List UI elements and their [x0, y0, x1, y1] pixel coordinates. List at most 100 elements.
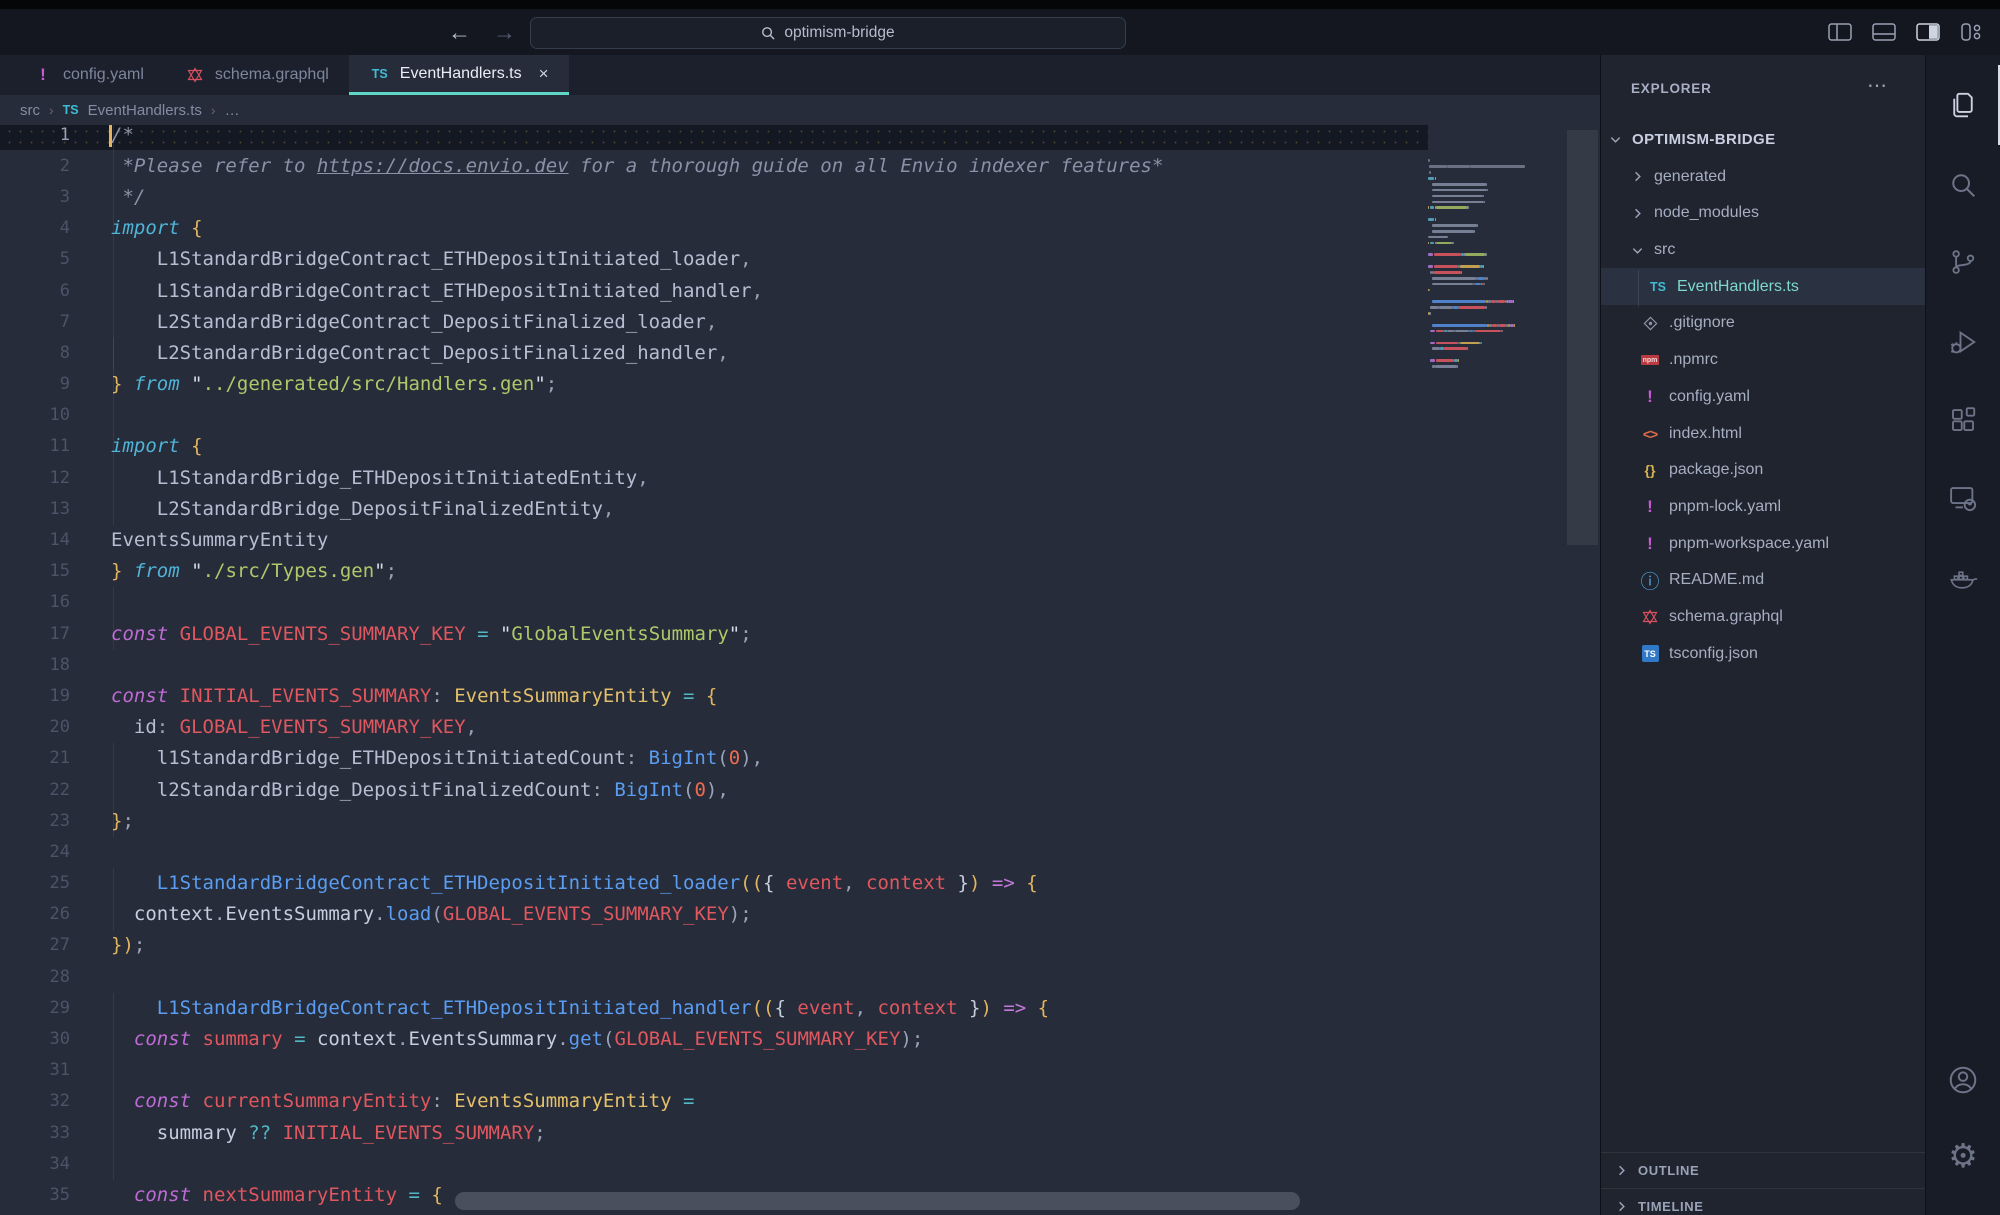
line-number[interactable]: 3	[0, 187, 70, 207]
tree-item-readme-md[interactable]: ⓘREADME.md	[1601, 562, 1964, 599]
line-number[interactable]: 31	[0, 1060, 70, 1080]
breadcrumb-item[interactable]: …	[225, 102, 240, 119]
tree-item-src[interactable]: src	[1601, 232, 1956, 269]
tree-item-index-html[interactable]: <>index.html	[1601, 415, 1964, 452]
code-line[interactable]: 29 L1StandardBridgeContract_ETHDepositIn…	[0, 992, 1600, 1023]
line-number[interactable]: 19	[0, 686, 70, 706]
line-number[interactable]: 22	[0, 780, 70, 800]
line-number[interactable]: 20	[0, 717, 70, 737]
line-number[interactable]: 28	[0, 967, 70, 987]
files-button[interactable]	[1946, 88, 1980, 122]
minimap[interactable]	[1428, 158, 1566, 370]
forward-button[interactable]: →	[493, 21, 516, 44]
debug-button[interactable]	[1946, 325, 1980, 359]
code-line[interactable]: 36 ...currentSummaryEntity,	[0, 1211, 1600, 1215]
code-line[interactable]: 24	[0, 836, 1600, 867]
line-number[interactable]: 6	[0, 281, 70, 301]
code-line[interactable]: 13 L2StandardBridge_DepositFinalizedEnti…	[0, 493, 1600, 524]
line-number[interactable]: 33	[0, 1123, 70, 1143]
code-line[interactable]: 9} from "../generated/src/Handlers.gen";	[0, 369, 1600, 400]
line-number[interactable]: 12	[0, 468, 70, 488]
line-number[interactable]: 15	[0, 561, 70, 581]
line-number[interactable]: 7	[0, 312, 70, 332]
code-line[interactable]: 3 */	[0, 181, 1600, 212]
section-outline[interactable]: OUTLINE	[1601, 1152, 1926, 1188]
code-line[interactable]: 4import {	[0, 213, 1600, 244]
code-line[interactable]: 8 L2StandardBridgeContract_DepositFinali…	[0, 337, 1600, 368]
line-number[interactable]: 24	[0, 842, 70, 862]
tree-item-generated[interactable]: generated	[1601, 158, 1956, 195]
line-number[interactable]: 4	[0, 218, 70, 238]
code-line[interactable]: 7 L2StandardBridgeContract_DepositFinali…	[0, 306, 1600, 337]
tab-eventhandlers-ts[interactable]: TSEventHandlers.ts×	[349, 55, 569, 95]
code-line[interactable]: 22 l2StandardBridge_DepositFinalizedCoun…	[0, 774, 1600, 805]
editor-scrollbar-thumb[interactable]	[1567, 130, 1598, 545]
layout-sidebar-left-button[interactable]	[1826, 21, 1854, 43]
code-line[interactable]: 6 L1StandardBridgeContract_ETHDepositIni…	[0, 275, 1600, 306]
extensions-button[interactable]	[1946, 403, 1980, 437]
tree-item-node-modules[interactable]: node_modules	[1601, 195, 1956, 232]
line-number[interactable]: 13	[0, 499, 70, 519]
code-line[interactable]: 15} from "./src/Types.gen";	[0, 556, 1600, 587]
account-button[interactable]	[1946, 1063, 1980, 1097]
code-line[interactable]: 10	[0, 400, 1600, 431]
tree-item-package-json[interactable]: {}package.json	[1601, 452, 1964, 489]
breadcrumb-item[interactable]: EventHandlers.ts	[88, 102, 202, 119]
tab-schema-graphql[interactable]: schema.graphql	[164, 55, 349, 95]
breadcrumb-item[interactable]: src	[20, 102, 40, 119]
tree-item-eventhandlers-ts[interactable]: TSEventHandlers.ts	[1601, 268, 1972, 305]
code-line[interactable]: 27});	[0, 930, 1600, 961]
docker-button[interactable]	[1946, 561, 1980, 595]
line-number[interactable]: 17	[0, 624, 70, 644]
line-number[interactable]: 25	[0, 873, 70, 893]
code-line[interactable]: 32 const currentSummaryEntity: EventsSum…	[0, 1086, 1600, 1117]
line-number[interactable]: 23	[0, 811, 70, 831]
search-button[interactable]	[1946, 168, 1980, 202]
code-line[interactable]: 1/*	[0, 125, 1428, 150]
line-number[interactable]: 21	[0, 748, 70, 768]
code-line[interactable]: 28	[0, 961, 1600, 992]
layout-customize-button[interactable]	[1958, 21, 1986, 43]
line-number[interactable]: 10	[0, 405, 70, 425]
code-line[interactable]: 20 id: GLOBAL_EVENTS_SUMMARY_KEY,	[0, 712, 1600, 743]
remote-button[interactable]	[1946, 481, 1980, 515]
line-number[interactable]: 27	[0, 935, 70, 955]
editor[interactable]: 1/*2 *Please refer to https://docs.envio…	[0, 125, 1600, 1215]
tree-item-tsconfig-json[interactable]: TStsconfig.json	[1601, 635, 1964, 672]
code-line[interactable]: 31	[0, 1055, 1600, 1086]
tree-item-optimism-bridge[interactable]: OPTIMISM-BRIDGE	[1601, 122, 1934, 159]
line-number[interactable]: 18	[0, 655, 70, 675]
tree-item-schema-graphql[interactable]: schema.graphql	[1601, 599, 1964, 636]
back-button[interactable]: ←	[448, 21, 471, 44]
tree-item-config-yaml[interactable]: !config.yaml	[1601, 379, 1964, 416]
line-number[interactable]: 32	[0, 1091, 70, 1111]
code-line[interactable]: 19const INITIAL_EVENTS_SUMMARY: EventsSu…	[0, 680, 1600, 711]
code-line[interactable]: 18	[0, 649, 1600, 680]
line-number[interactable]: 35	[0, 1185, 70, 1205]
layout-sidebar-right-button[interactable]	[1914, 21, 1942, 43]
code-line[interactable]: 21 l1StandardBridge_ETHDepositInitiatedC…	[0, 743, 1600, 774]
line-number[interactable]: 16	[0, 592, 70, 612]
code-line[interactable]: 34	[0, 1148, 1600, 1179]
code-line[interactable]: 14EventsSummaryEntity	[0, 524, 1600, 555]
line-number[interactable]: 5	[0, 249, 70, 269]
command-center-search[interactable]: optimism-bridge	[530, 17, 1126, 49]
code-line[interactable]: 26 context.EventsSummary.load(GLOBAL_EVE…	[0, 899, 1600, 930]
tab-close-icon[interactable]: ×	[539, 64, 549, 84]
section-timeline[interactable]: TIMELINE	[1601, 1188, 1926, 1215]
code-line[interactable]: 12 L1StandardBridge_ETHDepositInitiatedE…	[0, 462, 1600, 493]
source-control-button[interactable]	[1946, 245, 1980, 279]
tree-item-pnpm-workspace-yaml[interactable]: !pnpm-workspace.yaml	[1601, 525, 1964, 562]
explorer-more-button[interactable]: ⋯	[1867, 73, 1889, 98]
layout-panel-button[interactable]	[1870, 21, 1898, 43]
line-number[interactable]: 2	[0, 156, 70, 176]
line-number[interactable]: 9	[0, 374, 70, 394]
code-line[interactable]: 2 *Please refer to https://docs.envio.de…	[0, 150, 1600, 181]
code-line[interactable]: 30 const summary = context.EventsSummary…	[0, 1023, 1600, 1054]
line-number[interactable]: 34	[0, 1154, 70, 1174]
line-number[interactable]: 14	[0, 530, 70, 550]
line-number[interactable]: 8	[0, 343, 70, 363]
line-number[interactable]: 11	[0, 436, 70, 456]
code-line[interactable]: 11import {	[0, 431, 1600, 462]
code-line[interactable]: 33 summary ?? INITIAL_EVENTS_SUMMARY;	[0, 1117, 1600, 1148]
